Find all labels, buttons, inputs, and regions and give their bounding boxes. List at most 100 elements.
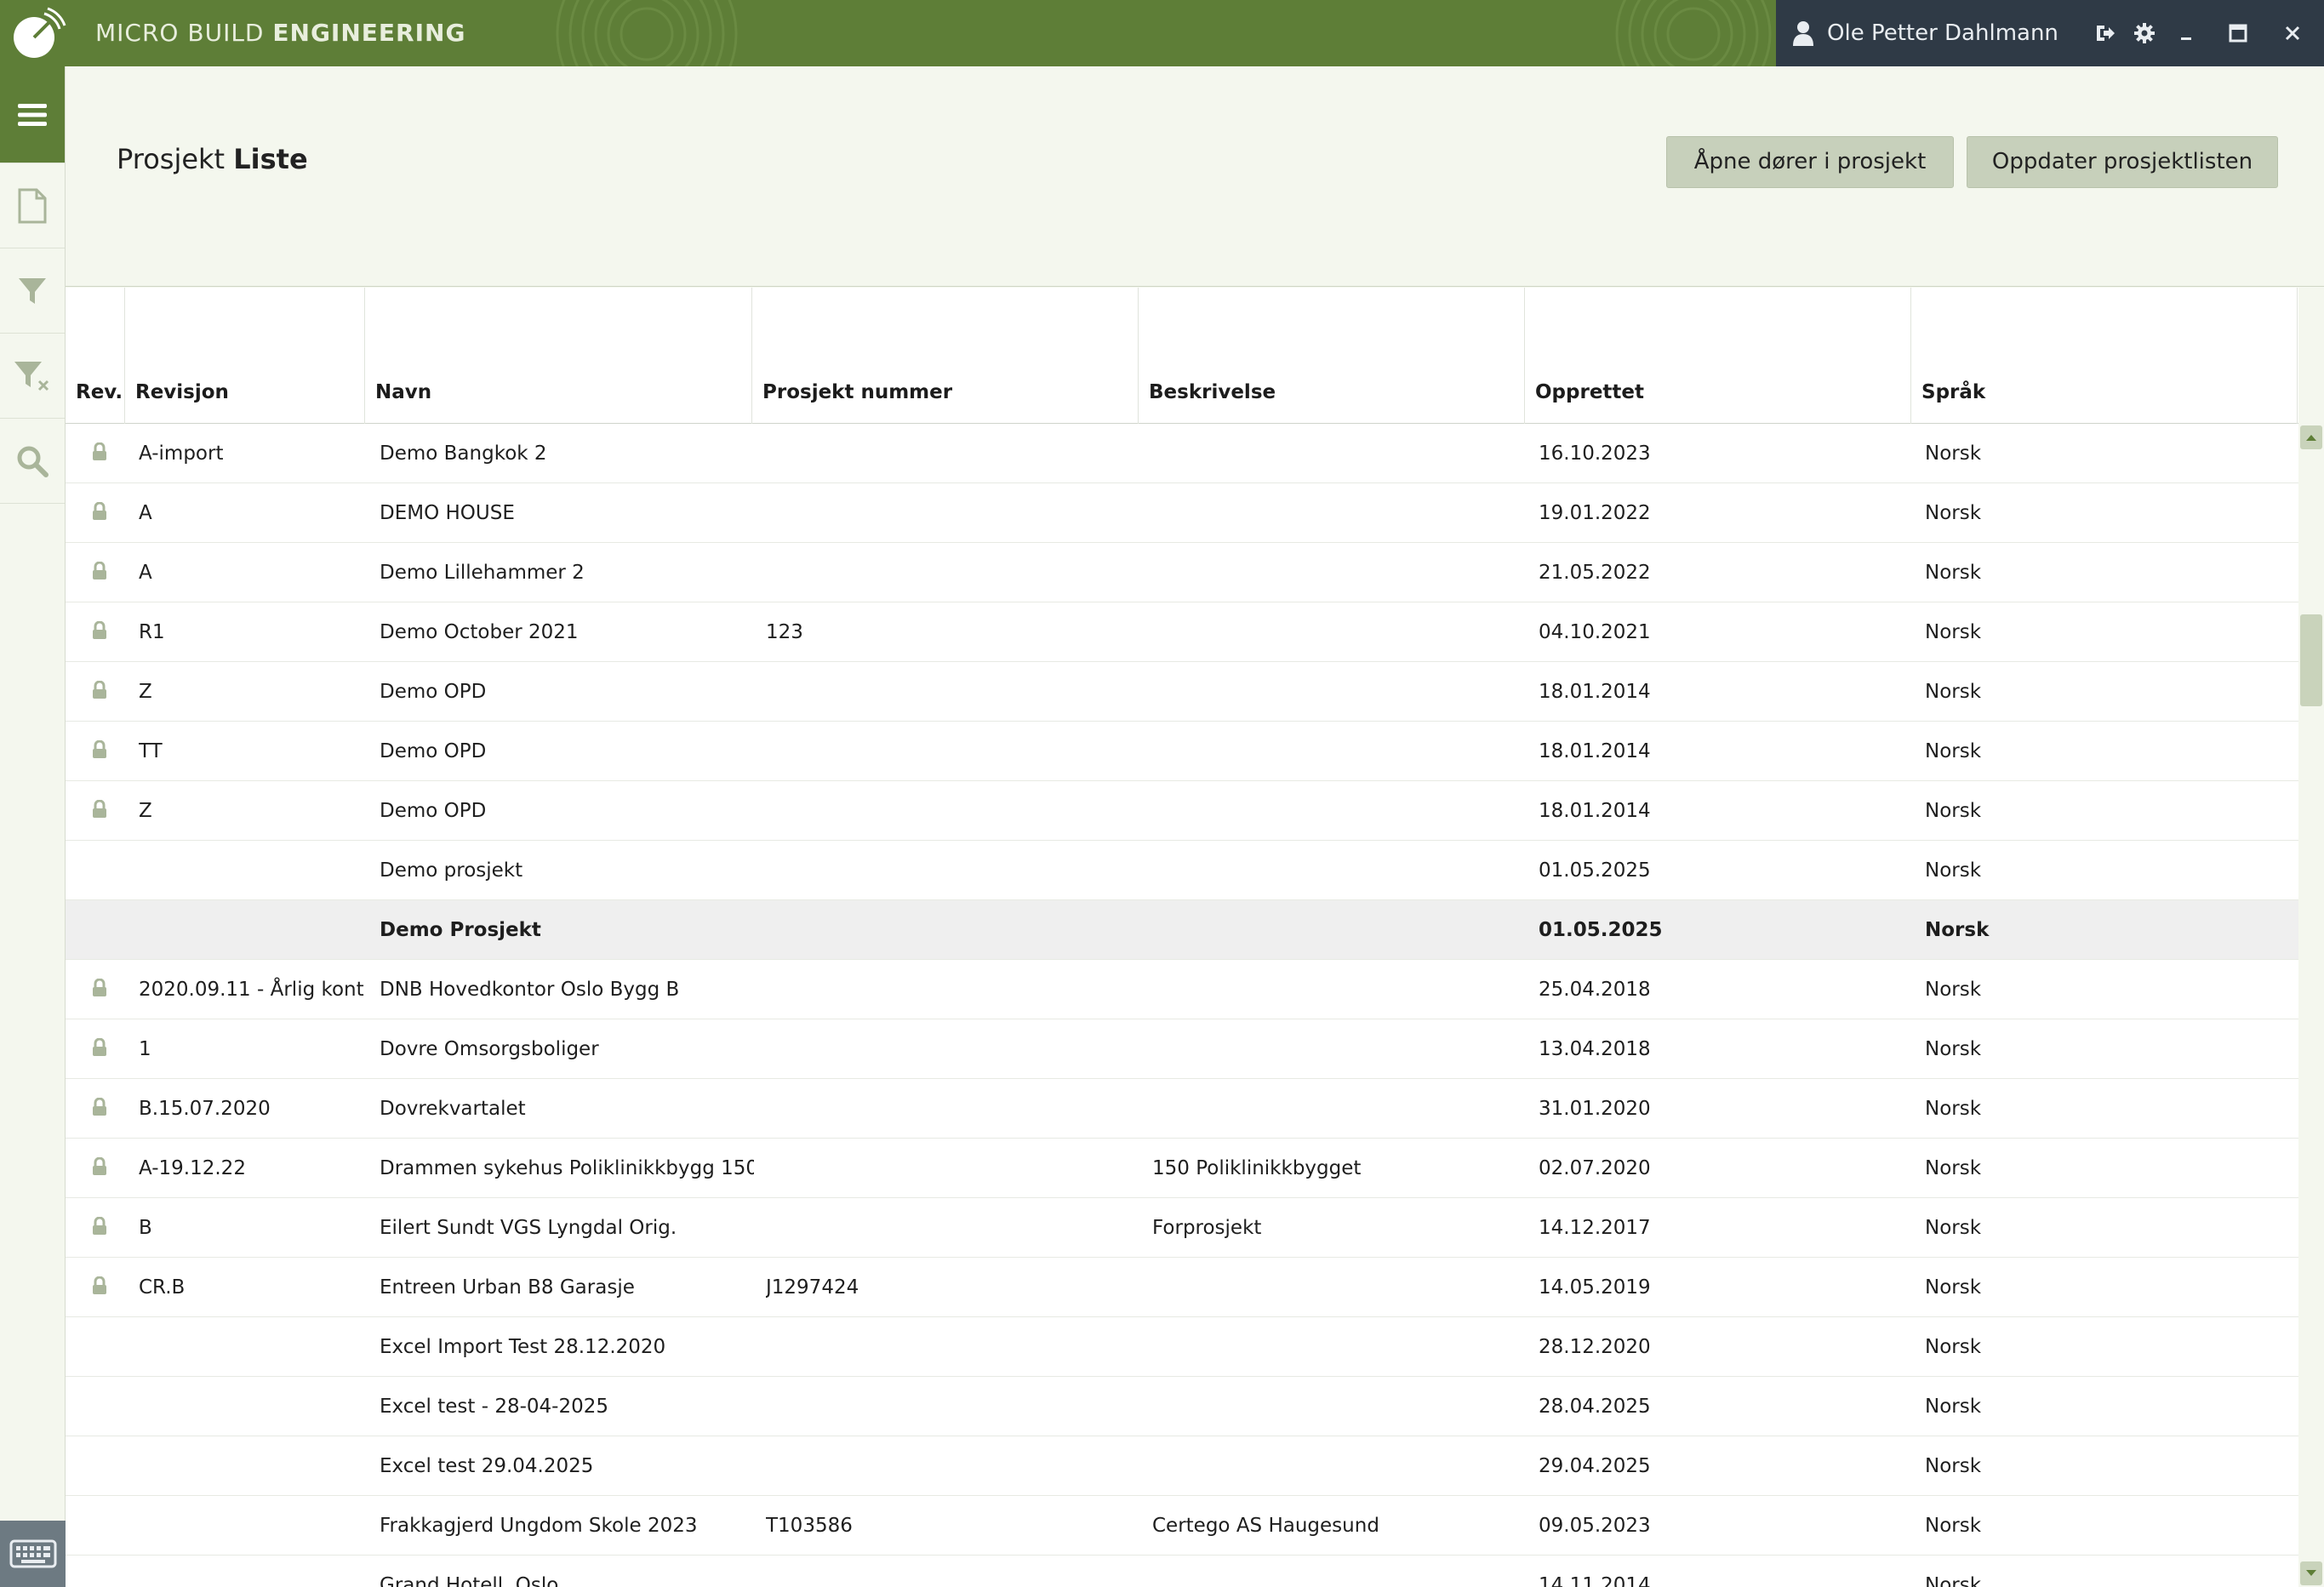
cell-language: Norsk: [1925, 1276, 1982, 1299]
scroll-up-button[interactable]: [2300, 425, 2322, 449]
cell-description: [1152, 960, 1527, 1019]
table-row[interactable]: B Eilert Sundt VGS Lyngdal Orig. Forprosje…: [66, 1198, 2298, 1258]
cell-revision: [139, 900, 365, 960]
cell-description: [1152, 1019, 1527, 1079]
cell-name: Demo Lillehammer 2: [380, 562, 585, 584]
cell-description: [1152, 841, 1527, 900]
project-table: Rev. Revisjon Navn Prosjekt nummer Beskr…: [66, 288, 2298, 1587]
table-row[interactable]: 1 Dovre Omsorgsboliger 13.04.2018 Norsk: [66, 1019, 2298, 1079]
scroll-thumb[interactable]: [2300, 614, 2322, 706]
vertical-scrollbar[interactable]: [2298, 424, 2324, 1587]
cell-project-number: [766, 662, 1140, 722]
cell-description: Forprosjekt: [1152, 1217, 1262, 1239]
user-name[interactable]: Ole Petter Dahlmann: [1827, 0, 2058, 66]
cell-name: Excel test - 28-04-2025: [380, 1396, 608, 1418]
cell-project-number: [766, 1377, 1140, 1436]
cell-project-number: [766, 1556, 1140, 1587]
column-header-revision[interactable]: Revisjon: [125, 288, 365, 424]
cell-description: [1152, 1317, 1527, 1377]
cell-revision: R1: [139, 621, 165, 643]
settings-button[interactable]: [2130, 19, 2159, 48]
cell-revision: A: [139, 562, 152, 584]
maximize-button[interactable]: [2224, 19, 2253, 48]
column-header-description[interactable]: Beskrivelse: [1139, 288, 1525, 424]
column-header-language[interactable]: Språk: [1911, 288, 2298, 424]
cell-project-number: [766, 960, 1140, 1019]
cell-revision: [139, 1436, 365, 1496]
column-header-created[interactable]: Opprettet: [1525, 288, 1911, 424]
document-icon: [18, 188, 47, 223]
table-row[interactable]: Frakkagjerd Ungdom Skole 2023 T103586 Cert…: [66, 1496, 2298, 1556]
brand-bold: ENGINEERING: [272, 19, 466, 47]
table-row[interactable]: R1 Demo October 2021 123 04.10.2021 Norsk: [66, 602, 2298, 662]
cell-project-number: [766, 483, 1140, 543]
scroll-down-button[interactable]: [2300, 1561, 2322, 1585]
cell-description: [1152, 483, 1527, 543]
cell-created: 14.11.2014: [1539, 1574, 1651, 1587]
cell-created: 18.01.2014: [1539, 800, 1651, 822]
cell-language: Norsk: [1925, 1217, 1982, 1239]
sidebar-menu-button[interactable]: [0, 66, 65, 163]
table-row[interactable]: Z Demo OPD 18.01.2014 Norsk: [66, 662, 2298, 722]
lock-icon: [93, 1098, 106, 1116]
cell-name: DEMO HOUSE: [380, 502, 515, 524]
cell-name: Excel test 29.04.2025: [380, 1455, 594, 1477]
close-button[interactable]: [2278, 19, 2307, 48]
minimize-button[interactable]: [2173, 19, 2201, 48]
table-row[interactable]: Demo prosjekt 01.05.2025 Norsk: [66, 841, 2298, 900]
sidebar-filter-button[interactable]: [0, 248, 65, 334]
table-row[interactable]: Demo Prosjekt 01.05.2025 Norsk: [66, 900, 2298, 960]
cell-language: Norsk: [1925, 1157, 1982, 1179]
sidebar-clear-filter-button[interactable]: [0, 334, 65, 419]
cell-description: [1152, 1079, 1527, 1139]
cell-description: [1152, 543, 1527, 602]
cell-name: DNB Hovedkontor Oslo Bygg B: [380, 979, 680, 1001]
table-row[interactable]: Excel Import Test 28.12.2020 28.12.2020 No…: [66, 1317, 2298, 1377]
sidebar-new-document-button[interactable]: [0, 163, 65, 248]
cell-created: 19.01.2022: [1539, 502, 1651, 524]
cell-description: [1152, 781, 1527, 841]
filter-icon: [19, 277, 46, 304]
table-row[interactable]: Excel test - 28-04-2025 28.04.2025 Norsk: [66, 1377, 2298, 1436]
table-row[interactable]: CR.B Entreen Urban B8 Garasje J1297424 14.0…: [66, 1258, 2298, 1317]
sidebar-search-button[interactable]: [0, 419, 65, 504]
lock-icon: [93, 979, 106, 996]
cell-name: Demo OPD: [380, 681, 487, 703]
cell-language: Norsk: [1925, 1098, 1982, 1120]
table-row[interactable]: A-import Demo Bangkok 2 16.10.2023 Norsk: [66, 424, 2298, 483]
cell-project-number: 123: [766, 621, 803, 643]
table-row[interactable]: Grand Hotell, Oslo 14.11.2014 Norsk: [66, 1556, 2298, 1587]
cell-language: Norsk: [1925, 859, 1982, 882]
refresh-project-list-button[interactable]: Oppdater prosjektlisten: [1967, 136, 2278, 188]
column-header-rev[interactable]: Rev.: [66, 288, 125, 424]
sidebar-keyboard-button[interactable]: [0, 1521, 66, 1587]
cell-revision: Z: [139, 800, 152, 822]
cell-name: Demo Bangkok 2: [380, 442, 547, 465]
table-row[interactable]: B.15.07.2020 Dovrekvartalet 31.01.2020 Nors…: [66, 1079, 2298, 1139]
cell-name: Frakkagjerd Ungdom Skole 2023: [380, 1515, 698, 1537]
cell-created: 21.05.2022: [1539, 562, 1651, 584]
table-row[interactable]: Excel test 29.04.2025 29.04.2025 Norsk: [66, 1436, 2298, 1496]
menu-icon: [18, 103, 47, 126]
cell-project-number: [766, 543, 1140, 602]
cell-project-number: [766, 1079, 1140, 1139]
gear-icon: [2134, 23, 2155, 43]
column-header-project-number[interactable]: Prosjekt nummer: [752, 288, 1139, 424]
table-row[interactable]: Z Demo OPD 18.01.2014 Norsk: [66, 781, 2298, 841]
table-row[interactable]: 2020.09.11 - Årlig kontroll DNB Hovedkont…: [66, 960, 2298, 1019]
logout-button[interactable]: [2091, 19, 2120, 48]
cell-project-number: [766, 1317, 1140, 1377]
cell-project-number: [766, 424, 1140, 483]
table-row[interactable]: TT Demo OPD 18.01.2014 Norsk: [66, 722, 2298, 781]
table-row[interactable]: A-19.12.22 Drammen sykehus Poliklinikkbyg…: [66, 1139, 2298, 1198]
column-header-name[interactable]: Navn: [365, 288, 752, 424]
cell-created: 28.12.2020: [1539, 1336, 1651, 1358]
lock-icon: [93, 681, 106, 699]
cell-description: 150 Poliklinikkbygget: [1152, 1157, 1362, 1179]
maximize-icon: [2229, 24, 2247, 43]
cell-project-number: [766, 1436, 1140, 1496]
open-doors-button[interactable]: Åpne dører i prosjekt: [1666, 136, 1954, 188]
table-row[interactable]: A DEMO HOUSE 19.01.2022 Norsk: [66, 483, 2298, 543]
cell-revision: A-19.12.22: [139, 1157, 246, 1179]
table-row[interactable]: A Demo Lillehammer 2 21.05.2022 Norsk: [66, 543, 2298, 602]
